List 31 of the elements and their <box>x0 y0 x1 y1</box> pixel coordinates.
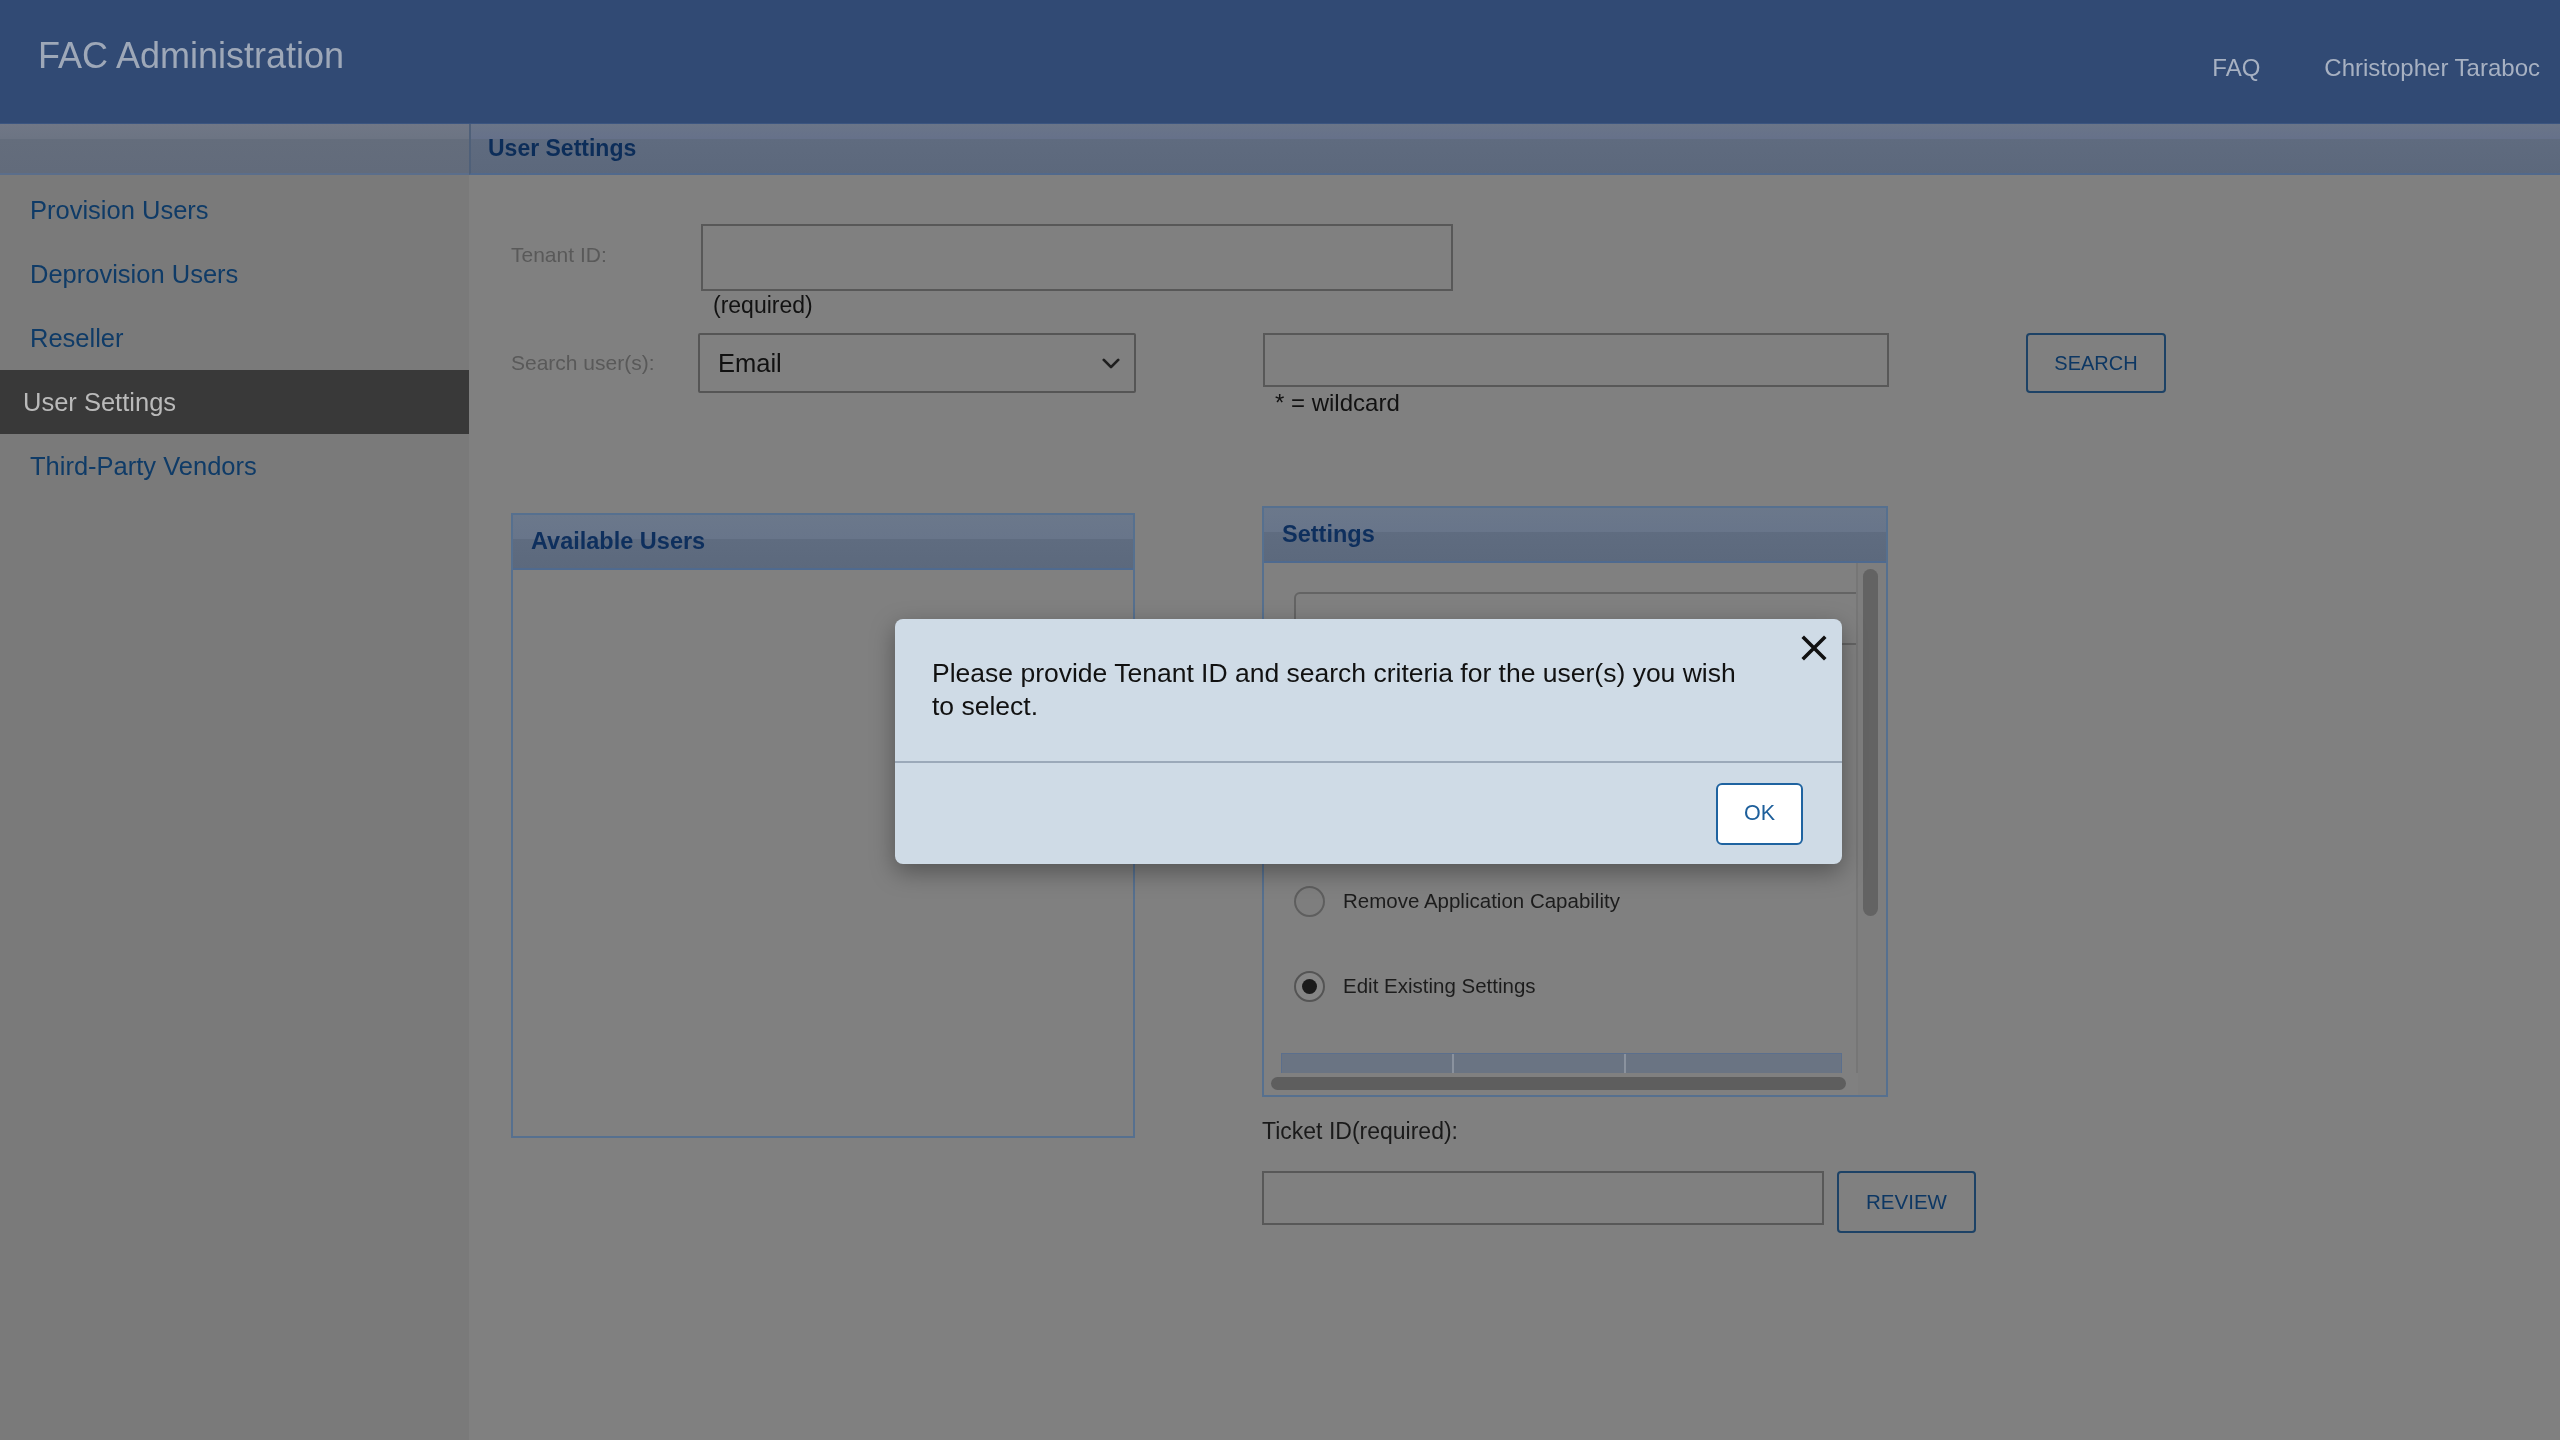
vertical-scrollbar[interactable] <box>1863 569 1878 916</box>
sidebar-item[interactable]: Deprovision Users <box>0 242 469 306</box>
chevron-down-icon <box>1102 357 1120 369</box>
faq-link[interactable]: FAQ <box>2212 53 2261 83</box>
option-label: Edit Existing Settings <box>1343 974 1536 998</box>
panel-title: Available Users <box>531 528 706 555</box>
panel-title: Settings <box>1282 521 1375 548</box>
radio-button[interactable] <box>1294 885 1325 917</box>
sidebar-item[interactable]: User Settings <box>0 370 469 434</box>
app-title: FAC Administration <box>38 34 345 78</box>
close-icon <box>1801 635 1827 661</box>
option-label: Remove Application Capability <box>1343 889 1620 913</box>
review-button[interactable]: REVIEW <box>1837 1171 1976 1233</box>
radio-button[interactable] <box>1294 970 1325 1002</box>
sidebar-item[interactable]: Reseller <box>0 306 469 370</box>
sidebar-item[interactable]: Third-Party Vendors <box>0 434 469 498</box>
dialog-message: Please provide Tenant ID and search criteria for the user(s) you wish to select. <box>932 657 1737 723</box>
ok-button[interactable]: OK <box>1716 782 1803 845</box>
hint-text: (required) <box>713 292 814 318</box>
search-type-select[interactable]: Email <box>698 333 1136 393</box>
user-name-link[interactable]: Christopher Taraboc <box>2324 53 2540 83</box>
close-button[interactable] <box>1801 635 1827 661</box>
sidebar-item[interactable]: Provision Users <box>0 178 469 242</box>
search-field[interactable] <box>1263 333 1889 387</box>
horizontal-scrollbar[interactable] <box>1271 1077 1846 1090</box>
tenant-id-field[interactable] <box>701 224 1453 291</box>
ticket-id-field[interactable] <box>1262 1171 1824 1225</box>
field-label: Ticket ID(required): <box>1262 1118 1459 1144</box>
hint-text: * = wildcard <box>1275 389 1401 417</box>
page-title: User Settings <box>488 135 637 162</box>
search-button[interactable]: SEARCH <box>2026 333 2166 393</box>
